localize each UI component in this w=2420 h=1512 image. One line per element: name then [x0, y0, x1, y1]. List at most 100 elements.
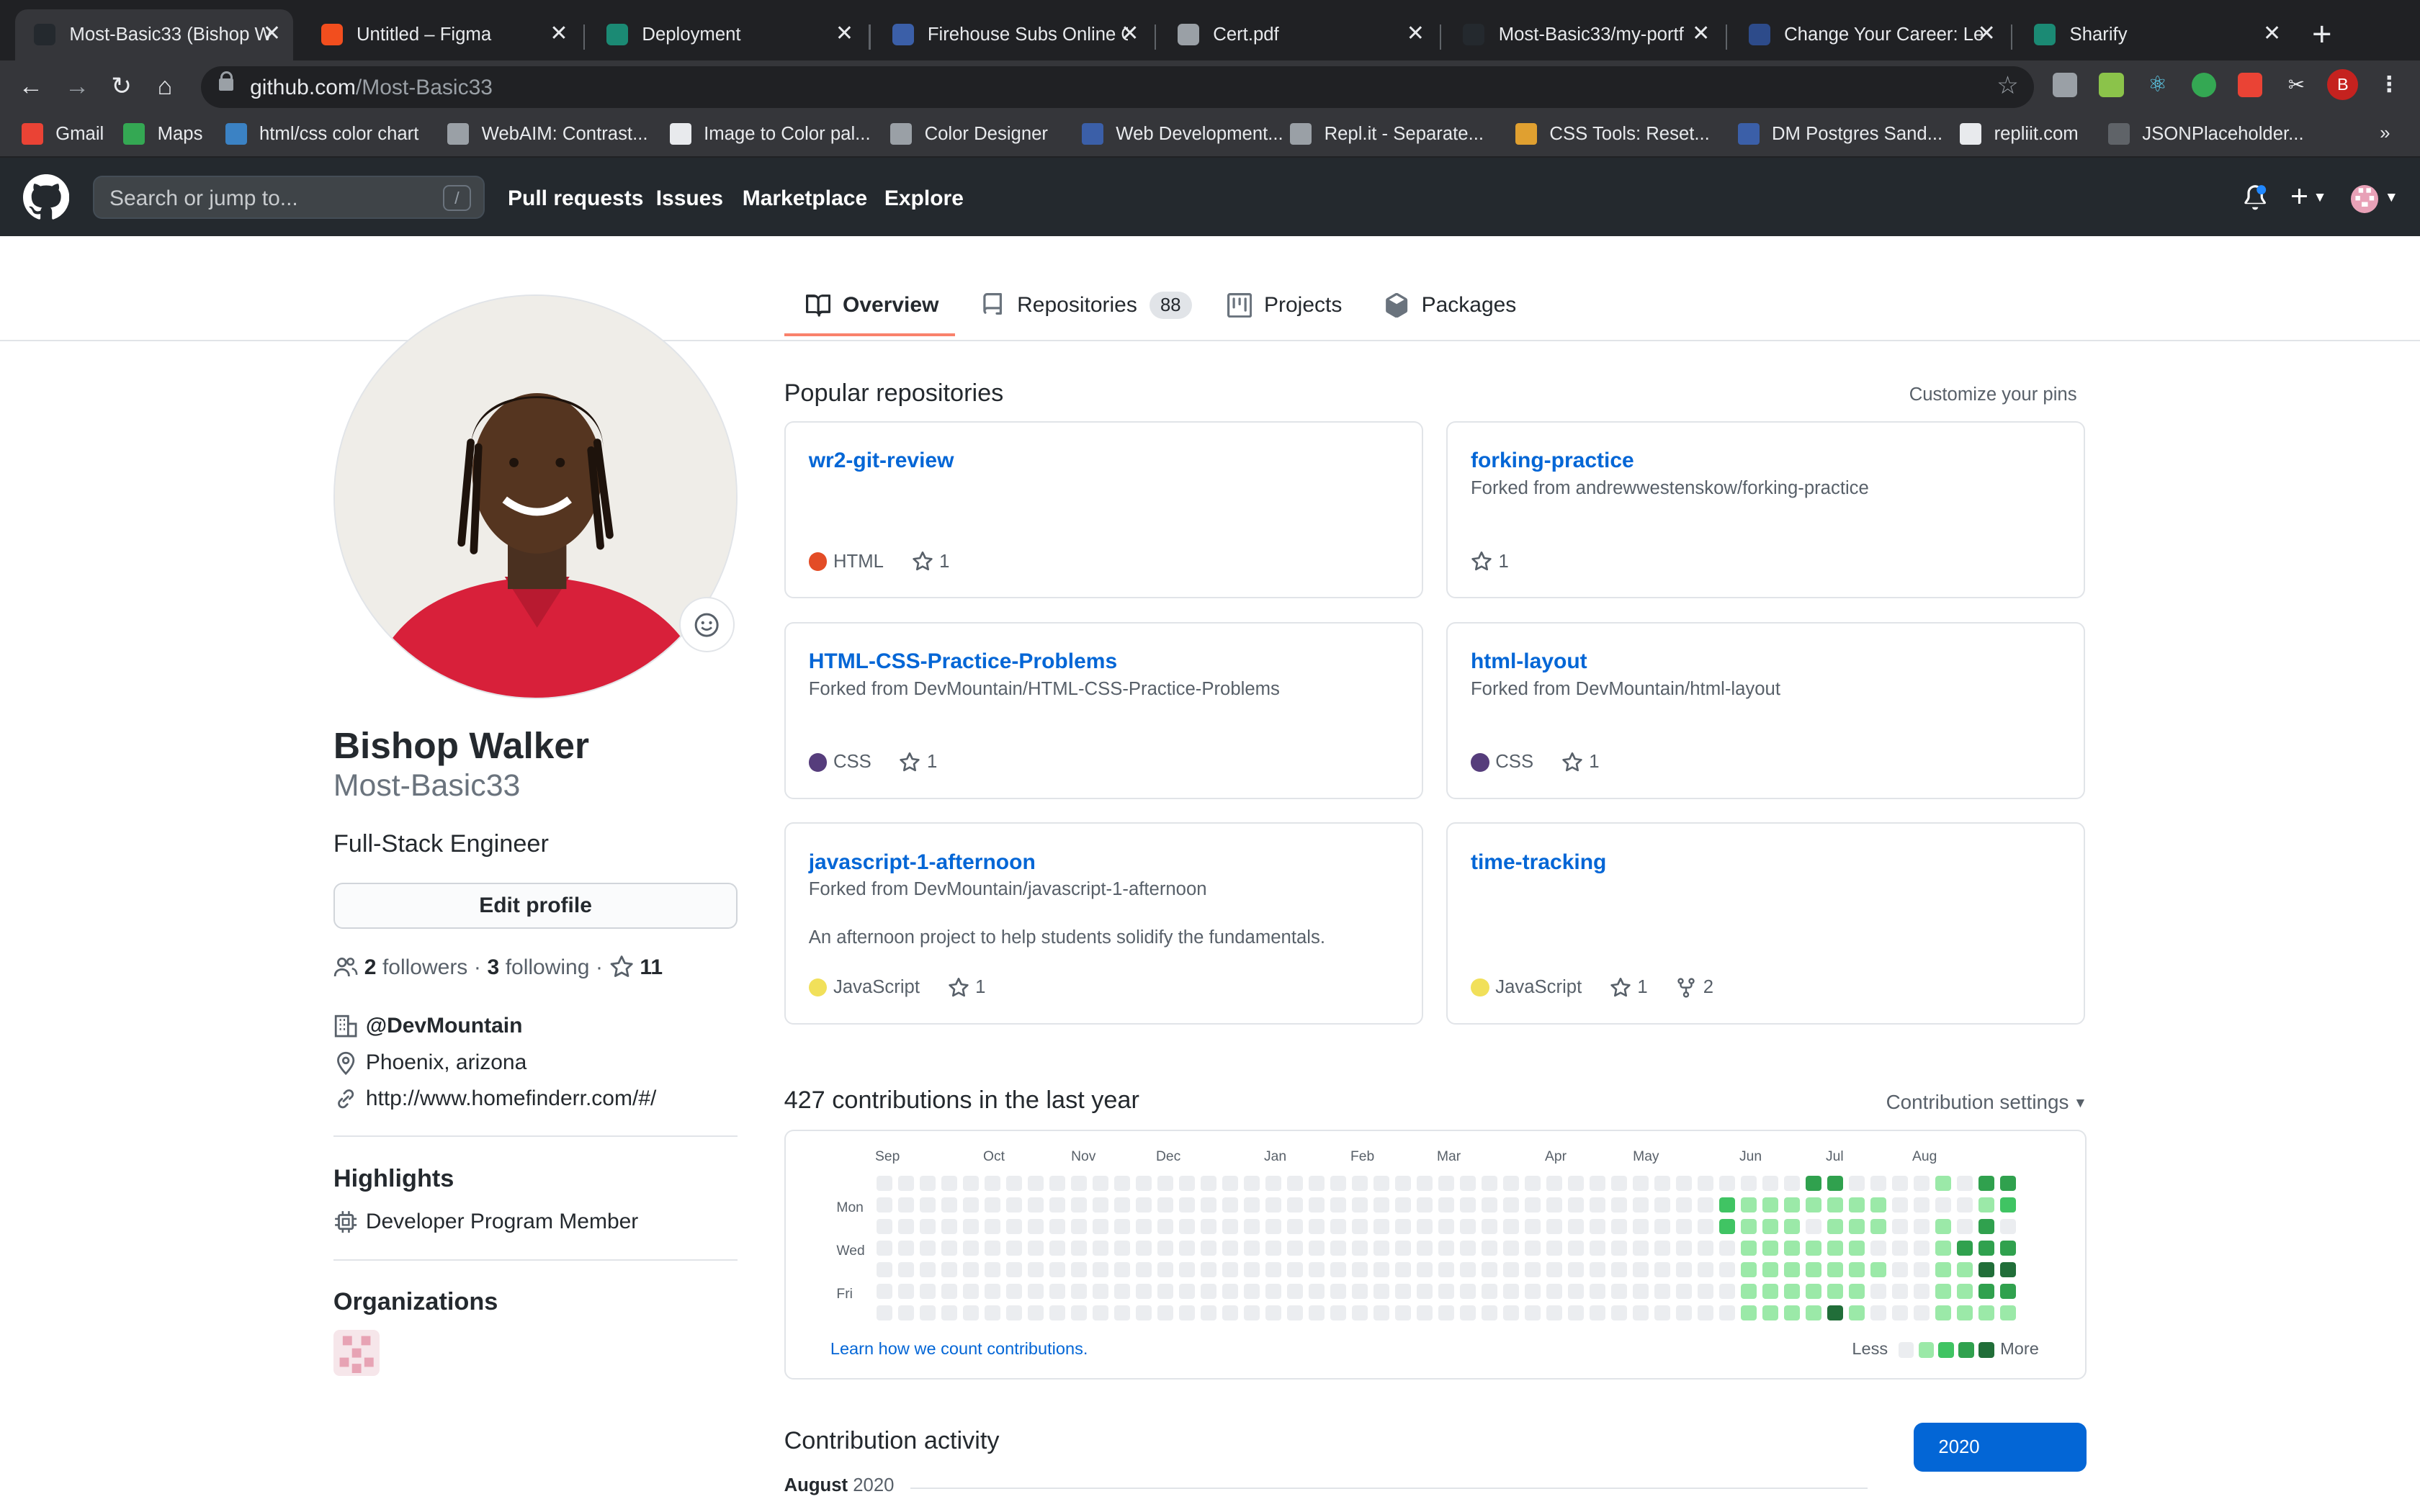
contribution-day[interactable] [1309, 1261, 1325, 1278]
contribution-day[interactable] [1482, 1261, 1497, 1278]
contribution-day[interactable] [1373, 1218, 1389, 1235]
contribution-day[interactable] [1438, 1283, 1454, 1300]
contribution-day[interactable] [1395, 1218, 1411, 1235]
contribution-day[interactable] [1460, 1197, 1476, 1213]
contribution-day[interactable] [1611, 1175, 1627, 1192]
contribution-day[interactable] [1460, 1240, 1476, 1256]
contribution-day[interactable] [1265, 1175, 1281, 1192]
contribution-day[interactable] [1698, 1283, 1713, 1300]
contribution-day[interactable] [1309, 1197, 1325, 1213]
contribution-day[interactable] [1352, 1261, 1368, 1278]
contribution-day[interactable] [1676, 1305, 1692, 1321]
contribution-day[interactable] [1006, 1175, 1022, 1192]
contribution-day[interactable] [1762, 1305, 1778, 1321]
browser-tab[interactable]: Firehouse Subs Online O ✕ [874, 9, 1152, 60]
nav-explore[interactable]: Explore [884, 186, 964, 211]
contribution-day[interactable] [941, 1218, 957, 1235]
contribution-day[interactable] [1784, 1197, 1800, 1213]
contribution-day[interactable] [1611, 1218, 1627, 1235]
contribution-day[interactable] [1892, 1261, 1908, 1278]
contribution-day[interactable] [963, 1305, 979, 1321]
contribution-day[interactable] [1978, 1218, 1994, 1235]
search-input[interactable]: Search or jump to... / [92, 176, 485, 220]
stars-count[interactable]: 11 [640, 955, 663, 980]
contribution-day[interactable] [963, 1197, 979, 1213]
contribution-day[interactable] [1957, 1218, 1973, 1235]
contribution-day[interactable] [1179, 1261, 1195, 1278]
tab-packages[interactable]: Packages [1384, 289, 1516, 323]
contribution-day[interactable] [1676, 1283, 1692, 1300]
contribution-day[interactable] [1762, 1261, 1778, 1278]
contribution-day[interactable] [1352, 1240, 1368, 1256]
contribution-day[interactable] [1330, 1283, 1346, 1300]
contribution-day[interactable] [1892, 1240, 1908, 1256]
contribution-day[interactable] [1698, 1218, 1713, 1235]
profile-avatar[interactable] [333, 294, 738, 699]
contribution-day[interactable] [877, 1240, 892, 1256]
contribution-day[interactable] [1352, 1197, 1368, 1213]
reload-icon[interactable]: ↻ [111, 71, 132, 102]
contribution-day[interactable] [1611, 1197, 1627, 1213]
nav-pull-requests[interactable]: Pull requests [508, 186, 643, 211]
contribution-day[interactable] [1633, 1175, 1649, 1192]
contribution-day[interactable] [1827, 1305, 1843, 1321]
bookmark-item[interactable]: WebAIM: Contrast... [447, 123, 648, 145]
contribution-day[interactable] [1330, 1175, 1346, 1192]
contribution-day[interactable] [1093, 1305, 1108, 1321]
contribution-day[interactable] [1978, 1261, 1994, 1278]
contribution-day[interactable] [1892, 1197, 1908, 1213]
contribution-day[interactable] [1438, 1305, 1454, 1321]
contribution-day[interactable] [1892, 1175, 1908, 1192]
contribution-day[interactable] [1006, 1261, 1022, 1278]
contribution-day[interactable] [1546, 1261, 1562, 1278]
repo-forks[interactable]: 2 [1675, 977, 1713, 999]
contribution-day[interactable] [1741, 1175, 1757, 1192]
contribution-day[interactable] [1568, 1175, 1584, 1192]
contribution-day[interactable] [920, 1218, 936, 1235]
contribution-day[interactable] [1806, 1218, 1821, 1235]
repo-name-link[interactable]: HTML-CSS-Practice-Problems [809, 649, 1117, 674]
contribution-day[interactable] [941, 1305, 957, 1321]
contribution-day[interactable] [941, 1197, 957, 1213]
organization-avatar[interactable] [333, 1330, 380, 1377]
contribution-day[interactable] [1654, 1197, 1670, 1213]
contribution-day[interactable] [1590, 1240, 1605, 1256]
bookmarks-overflow-icon[interactable]: » [2380, 123, 2390, 144]
contribution-day[interactable] [1784, 1240, 1800, 1256]
contribution-day[interactable] [1460, 1218, 1476, 1235]
nav-issues[interactable]: Issues [656, 186, 723, 211]
contribution-day[interactable] [1330, 1240, 1346, 1256]
contribution-day[interactable] [1395, 1197, 1411, 1213]
contribution-day[interactable] [1827, 1197, 1843, 1213]
contribution-day[interactable] [1071, 1197, 1087, 1213]
contribution-day[interactable] [1309, 1240, 1325, 1256]
contribution-day[interactable] [1978, 1175, 1994, 1192]
contribution-day[interactable] [1870, 1283, 1886, 1300]
contribution-day[interactable] [1201, 1240, 1216, 1256]
contribution-day[interactable] [1741, 1283, 1757, 1300]
contribution-day[interactable] [1071, 1218, 1087, 1235]
contribution-day[interactable] [1762, 1283, 1778, 1300]
contribution-day[interactable] [1049, 1240, 1065, 1256]
contribution-day[interactable] [877, 1305, 892, 1321]
contribution-day[interactable] [1395, 1283, 1411, 1300]
contribution-day[interactable] [1892, 1305, 1908, 1321]
set-status-emoji-icon[interactable] [678, 597, 735, 653]
close-tab-icon[interactable]: ✕ [1978, 22, 1996, 46]
contribution-day[interactable] [1157, 1218, 1173, 1235]
contribution-day[interactable] [1784, 1175, 1800, 1192]
contribution-day[interactable] [1654, 1175, 1670, 1192]
extension-off-icon[interactable] [2238, 72, 2263, 97]
contribution-day[interactable] [985, 1175, 1000, 1192]
contribution-day[interactable] [1352, 1283, 1368, 1300]
contribution-day[interactable] [1309, 1175, 1325, 1192]
contribution-day[interactable] [898, 1197, 914, 1213]
contribution-day[interactable] [1157, 1175, 1173, 1192]
contribution-day[interactable] [1719, 1218, 1735, 1235]
contribution-day[interactable] [1525, 1175, 1541, 1192]
contribution-day[interactable] [2000, 1197, 2016, 1213]
contribution-day[interactable] [1179, 1283, 1195, 1300]
contribution-day[interactable] [1201, 1218, 1216, 1235]
contribution-day[interactable] [1373, 1175, 1389, 1192]
contribution-day[interactable] [1028, 1261, 1044, 1278]
